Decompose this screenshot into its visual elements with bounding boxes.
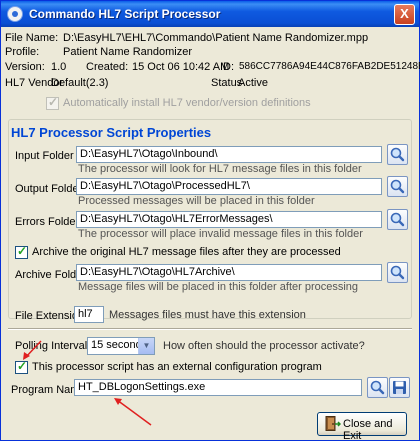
id-label: ID: (220, 61, 235, 73)
magnifier-icon (390, 179, 405, 194)
status-value: Active (238, 77, 268, 89)
properties-title: HL7 Processor Script Properties (9, 125, 214, 140)
external-config-label[interactable]: This processor script has an external co… (32, 361, 322, 373)
profile-value: Patient Name Randomizer (63, 46, 193, 58)
magnifier-icon (390, 265, 405, 280)
input-folder-label: Input Folder (15, 150, 74, 162)
file-name-value: D:\EasyHL7\EHL7\Commando\Patient Name Ra… (63, 32, 369, 44)
vendor-value: Default(2.3) (51, 77, 109, 89)
app-icon (7, 6, 23, 22)
red-arrow (114, 398, 152, 426)
errors-folder-label: Errors Folder (15, 216, 80, 228)
id-value: 586CC7786A94E44C876FAB2DE51248E8 (239, 61, 420, 72)
program-browse-button[interactable] (367, 377, 388, 398)
chevron-down-icon[interactable]: ▼ (138, 338, 154, 354)
window-close-button[interactable]: X (394, 4, 415, 25)
polling-interval-hint: How often should the processor activate? (163, 340, 365, 352)
external-config-checkbox[interactable]: ✓ (15, 359, 28, 374)
archive-checkbox-label[interactable]: Archive the original HL7 message files a… (32, 246, 341, 258)
archive-folder-field[interactable]: D:\EasyHL7\Otago\HL7Archive\ (76, 264, 382, 281)
input-folder-field[interactable]: D:\EasyHL7\Otago\Inbound\ (76, 146, 382, 163)
output-folder-browse-button[interactable] (387, 176, 408, 197)
checkmark-icon: ✓ (16, 244, 28, 258)
divider (8, 328, 412, 330)
app-window: Commando HL7 Script Processor X File Nam… (0, 0, 420, 442)
version-value: 1.0 (51, 61, 67, 73)
close-exit-button[interactable]: Close and Exit (317, 412, 407, 442)
auto-install-label: Automatically install HL7 vendor/version… (63, 97, 311, 109)
archive-folder-browse-button[interactable] (387, 262, 408, 283)
file-extension-field[interactable]: hl7 (74, 306, 104, 323)
created-label: Created: (86, 61, 129, 73)
errors-folder-browse-button[interactable] (387, 209, 408, 230)
magnifier-icon (370, 380, 385, 395)
polling-interval-select[interactable]: 15 seconds ▼ (87, 337, 155, 355)
errors-folder-hint: The processor will place invalid message… (78, 228, 363, 240)
created-value: 15 Oct 06 10:42 AM (132, 61, 230, 73)
window-title: Commando HL7 Script Processor (29, 7, 221, 21)
magnifier-icon (390, 212, 405, 227)
program-save-button[interactable] (389, 377, 410, 398)
checkmark-icon: ✓ (47, 95, 59, 109)
output-folder-label: Output Folder (15, 183, 83, 195)
exit-door-icon (325, 416, 341, 431)
floppy-disk-icon (393, 381, 406, 394)
input-folder-browse-button[interactable] (387, 144, 408, 165)
file-extension-hint: Messages files must have this extension (109, 309, 306, 321)
polling-interval-label: Polling Interval? (15, 340, 94, 352)
profile-label: Profile: (5, 46, 40, 58)
file-name-label: File Name: (5, 32, 59, 44)
auto-install-checkbox: ✓ (46, 95, 59, 110)
archive-checkbox[interactable]: ✓ (15, 244, 28, 259)
checkmark-icon: ✓ (16, 359, 28, 373)
version-label: Version: (5, 61, 45, 73)
input-folder-hint: The processor will look for HL7 message … (78, 163, 362, 175)
title-bar[interactable]: Commando HL7 Script Processor X (1, 1, 419, 27)
magnifier-icon (390, 147, 405, 162)
errors-folder-field[interactable]: D:\EasyHL7\Otago\HL7ErrorMessages\ (76, 211, 382, 228)
close-exit-label: Close and Exit (343, 418, 393, 442)
output-folder-hint: Processed messages will be placed in thi… (78, 195, 315, 207)
program-name-field[interactable]: HT_DBLogonSettings.exe (74, 379, 362, 396)
output-folder-field[interactable]: D:\EasyHL7\Otago\ProcessedHL7\ (76, 178, 382, 195)
archive-folder-hint: Message files will be placed in this fol… (78, 281, 359, 293)
